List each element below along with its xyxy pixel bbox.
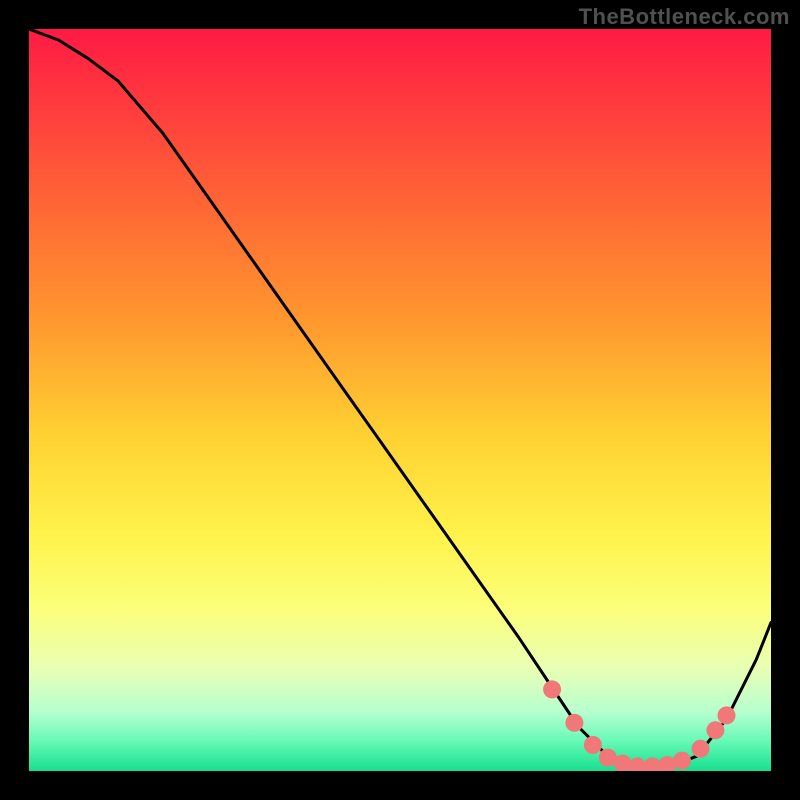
marker-dot xyxy=(706,721,724,739)
marker-dot xyxy=(543,680,561,698)
plot-area xyxy=(29,29,771,771)
marker-dot xyxy=(692,740,710,758)
marker-dot xyxy=(584,736,602,754)
gradient-background xyxy=(29,29,771,771)
chart-svg xyxy=(29,29,771,771)
chart-frame: TheBottleneck.com xyxy=(0,0,800,800)
watermark-text: TheBottleneck.com xyxy=(579,4,790,30)
marker-dot xyxy=(673,752,691,770)
marker-dot xyxy=(565,714,583,732)
marker-dot xyxy=(718,706,736,724)
